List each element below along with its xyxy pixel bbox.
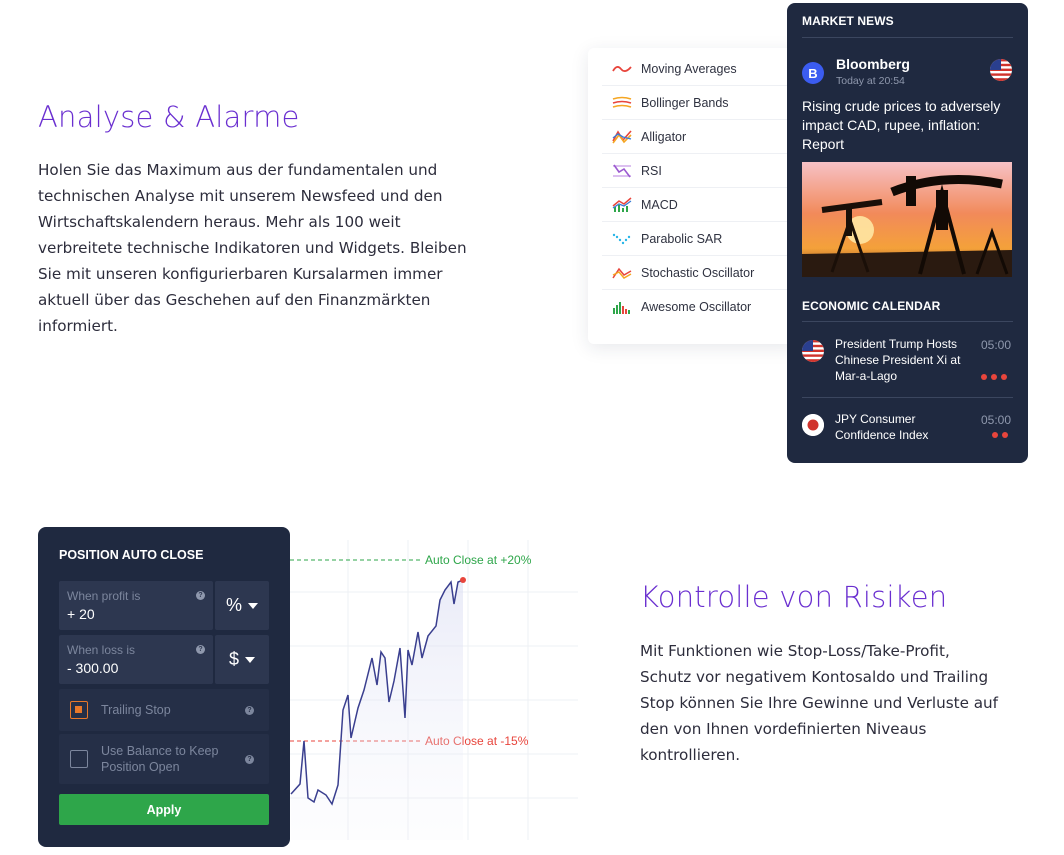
parabolic-sar-icon — [612, 230, 638, 248]
indicator-item-rsi[interactable]: RSI — [602, 154, 798, 188]
market-news-panel: MARKET NEWS B Bloomberg Today at 20:54 R… — [787, 3, 1028, 463]
chevron-down-icon — [248, 602, 258, 609]
importance-indicator — [992, 432, 1008, 438]
indicator-label: Bollinger Bands — [641, 95, 729, 110]
indicator-item-moving-averages[interactable]: Moving Averages — [602, 52, 798, 86]
use-balance-checkbox[interactable] — [70, 750, 88, 768]
analyse-line: informiert. — [38, 317, 118, 335]
japan-flag-icon — [802, 414, 824, 436]
analyse-line: Wirtschaftskalendern heraus. Mehr als 10… — [38, 213, 401, 231]
analyse-line: Holen Sie das Maximum aus der fundamenta… — [38, 161, 438, 179]
help-icon[interactable]: ? — [245, 706, 254, 715]
alligator-icon — [612, 128, 638, 146]
trailing-stop-checkbox[interactable] — [70, 701, 88, 719]
news-headline[interactable]: Rising crude prices to adversely impact … — [802, 97, 1017, 154]
profit-unit-select[interactable]: % — [215, 581, 269, 630]
risiken-line: Mit Funktionen wie Stop-Loss/Take-Profit… — [640, 642, 950, 660]
risiken-description: Mit Funktionen wie Stop-Loss/Take-Profit… — [640, 638, 1040, 768]
bollinger-bands-icon — [612, 94, 638, 112]
us-flag-icon — [990, 59, 1012, 81]
profit-unit: % — [225, 595, 242, 615]
economic-calendar-header: ECONOMIC CALENDAR — [802, 299, 941, 313]
divider — [802, 37, 1013, 38]
trailing-stop-option[interactable]: Trailing Stop ? — [59, 689, 269, 731]
market-news-header: MARKET NEWS — [802, 14, 894, 28]
divider — [802, 397, 1013, 398]
take-profit-label: Auto Close at +20% — [425, 553, 532, 567]
help-icon[interactable]: ? — [196, 645, 205, 654]
indicator-item-macd[interactable]: MACD — [602, 188, 798, 222]
indicator-label: Alligator — [641, 129, 687, 144]
event-time: 05:00 — [981, 338, 1012, 352]
indicators-list: Moving Averages Bollinger Bands Alligato… — [588, 48, 798, 344]
help-icon[interactable]: ? — [196, 591, 205, 600]
panel-title: POSITION AUTO CLOSE — [59, 548, 204, 562]
apply-button[interactable]: Apply — [59, 794, 269, 825]
risiken-line: Schutz vor negativem Kontosaldo und Trai… — [640, 668, 989, 686]
importance-indicator — [981, 374, 1007, 380]
use-balance-option[interactable]: Use Balance to Keep Position Open ? — [59, 734, 269, 784]
profit-input[interactable]: When profit is + 20 ? — [59, 581, 213, 630]
risiken-title: Kontrolle von Risiken — [640, 580, 948, 614]
us-flag-icon — [802, 340, 824, 362]
indicator-label: Moving Averages — [641, 61, 737, 76]
analyse-line: verbreitete technische Indikatoren und W… — [38, 239, 467, 257]
risiken-line: Stop können Sie Ihre Gewinne und Verlust… — [640, 694, 999, 712]
rsi-icon — [612, 162, 638, 180]
oil-pumps-image[interactable] — [802, 162, 1012, 277]
loss-unit-select[interactable]: $ — [215, 635, 269, 684]
analyse-title: Analyse & Alarme — [38, 100, 300, 134]
profit-label: When profit is — [67, 589, 141, 603]
current-price-dot — [460, 577, 466, 583]
analyse-line: aktuell über das Geschehen auf den Finan… — [38, 291, 431, 309]
indicator-item-parabolic-sar[interactable]: Parabolic SAR — [602, 222, 798, 256]
indicator-label: MACD — [641, 197, 678, 212]
indicator-label: Parabolic SAR — [641, 231, 723, 246]
indicator-item-alligator[interactable]: Alligator — [602, 120, 798, 154]
event-time: 05:00 — [981, 413, 1012, 427]
trailing-stop-label: Trailing Stop — [101, 703, 171, 717]
indicator-item-awesome-oscillator[interactable]: Awesome Oscillator — [602, 290, 798, 324]
analyse-description: Holen Sie das Maximum aus der fundamenta… — [38, 157, 518, 339]
analyse-line: Sie mit unseren konfigurierbaren Kursala… — [38, 265, 443, 283]
stochastic-oscillator-icon — [612, 264, 638, 282]
help-icon[interactable]: ? — [245, 755, 254, 764]
moving-averages-icon — [612, 60, 638, 78]
event-title: President Trump Hosts Chinese President … — [835, 337, 961, 383]
loss-unit: $ — [228, 649, 239, 669]
analyse-line: technischen Analyse mit unserem Newsfeed… — [38, 187, 443, 205]
indicator-label: RSI — [641, 163, 662, 178]
news-source[interactable]: Bloomberg — [836, 56, 910, 72]
position-auto-close-panel: POSITION AUTO CLOSE When profit is + 20 … — [38, 527, 290, 847]
macd-icon — [612, 196, 638, 214]
loss-label: When loss is — [67, 643, 136, 657]
awesome-oscillator-icon — [612, 298, 638, 316]
risiken-line: den von Ihnen vordefinierten Niveaus — [640, 720, 927, 738]
indicator-label: Awesome Oscillator — [641, 300, 752, 314]
risk-chart: Auto Close at +20% Auto Close at -15% — [288, 540, 578, 840]
event-title: JPY Consumer Confidence Index — [835, 412, 929, 442]
loss-value[interactable]: - 300.00 — [67, 660, 118, 676]
indicator-item-stochastic-oscillator[interactable]: Stochastic Oscillator — [602, 256, 798, 290]
chevron-down-icon — [245, 656, 255, 663]
risiken-line: kontrollieren. — [640, 746, 741, 764]
indicator-label: Stochastic Oscillator — [641, 265, 755, 280]
loss-input[interactable]: When loss is - 300.00 ? — [59, 635, 213, 684]
bloomberg-logo: B — [802, 62, 824, 84]
use-balance-label: Use Balance to Keep Position Open — [101, 744, 219, 774]
profit-value[interactable]: + 20 — [67, 606, 95, 622]
divider — [802, 321, 1013, 322]
news-time: Today at 20:54 — [836, 75, 905, 87]
indicator-item-bollinger-bands[interactable]: Bollinger Bands — [602, 86, 798, 120]
